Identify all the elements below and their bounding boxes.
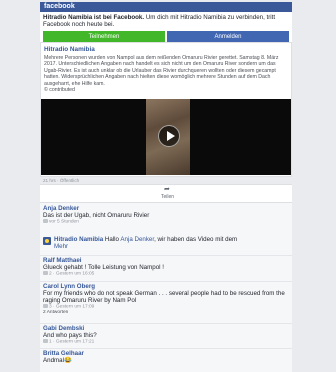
post-body: Mehrere Personen wurden von Nampol aus d…	[44, 55, 288, 93]
join-prompt-text: Hitradio Namibia ist bei Facebook. Um di…	[43, 14, 289, 29]
comment: Britta Gelhaar Andmal😂	[43, 350, 84, 364]
reply-tagged-user[interactable]: Anja Denker	[120, 236, 154, 243]
post-card: Hitradio Namibia Mehrere Personen wurden…	[40, 42, 292, 177]
comment-text: For my friends who do not speak German .…	[43, 290, 285, 305]
post-body-text: Mehrere Personen wurden von Nampol aus d…	[44, 55, 279, 87]
share-button[interactable]: Teilen	[161, 194, 174, 200]
comment-author[interactable]: Carol Lynn Oberg	[43, 283, 289, 290]
like-icon[interactable]	[43, 271, 48, 276]
like-icon[interactable]	[43, 219, 48, 224]
divider	[40, 348, 292, 349]
post-page-name[interactable]: Hitradio Namibia	[44, 46, 288, 53]
comment: Anja Denker Das ist der Ugab, nicht Omar…	[43, 205, 149, 224]
comment: Gabi Dembski And who pays this? 1 · Gest…	[43, 325, 97, 344]
post-timestamp: 21 hrs · Öffentlich	[43, 178, 80, 183]
reply-page-name[interactable]: Hitradio Namibia	[54, 236, 103, 243]
prompt-page-name[interactable]: Hitradio Namibia ist bei Facebook.	[43, 14, 144, 21]
share-icon[interactable]: ➦	[164, 186, 172, 193]
like-icon[interactable]	[43, 304, 48, 309]
join-prompt: Hitradio Namibia ist bei Facebook. Um di…	[40, 12, 292, 45]
comment-meta: vor 5 Stunden	[43, 219, 149, 224]
join-button[interactable]: Teilnehmen	[43, 30, 165, 43]
login-button[interactable]: Anmelden	[167, 30, 289, 43]
replies-link[interactable]: 2 Antworten	[43, 310, 289, 315]
comment-text: Andmal😂	[43, 357, 72, 364]
facebook-logo[interactable]: facebook	[40, 2, 292, 12]
facebook-header-bar: facebook	[40, 2, 292, 12]
reply-text: , wir haben das Video mit dem	[154, 236, 238, 243]
comment: Carol Lynn Oberg For my friends who do n…	[43, 283, 289, 315]
page-reply: Hitradio Namibia Hallo Anja Denker, wir …	[43, 236, 288, 250]
reply-content: Hitradio Namibia Hallo Anja Denker, wir …	[54, 236, 288, 250]
page-avatar[interactable]	[43, 237, 51, 245]
comment-author[interactable]: Gabi Dembski	[43, 325, 97, 332]
share-bar: ➦ Teilen	[40, 184, 292, 202]
reply-greeting: Hallo	[103, 236, 121, 243]
divider	[40, 255, 292, 256]
play-icon[interactable]	[158, 125, 180, 147]
comment-author[interactable]: Anja Denker	[43, 205, 149, 212]
comment-meta: 1 · Gestern um 17:21	[43, 339, 97, 344]
comment-meta: 2 · Gestern um 16:05	[43, 271, 164, 276]
comments-section: Anja Denker Das ist der Ugab, nicht Omar…	[40, 202, 292, 372]
divider	[40, 281, 292, 282]
video-player[interactable]	[41, 99, 291, 175]
comment: Ralf Matthaei Glueck gehabt ! Tolle Leis…	[43, 257, 164, 276]
like-icon[interactable]	[43, 339, 48, 344]
see-more-link[interactable]: Mehr	[54, 243, 68, 250]
comment-author[interactable]: Britta Gelhaar	[43, 350, 84, 357]
comment-author[interactable]: Ralf Matthaei	[43, 257, 164, 264]
post-credit: © contributed	[44, 87, 75, 94]
divider	[40, 323, 292, 324]
